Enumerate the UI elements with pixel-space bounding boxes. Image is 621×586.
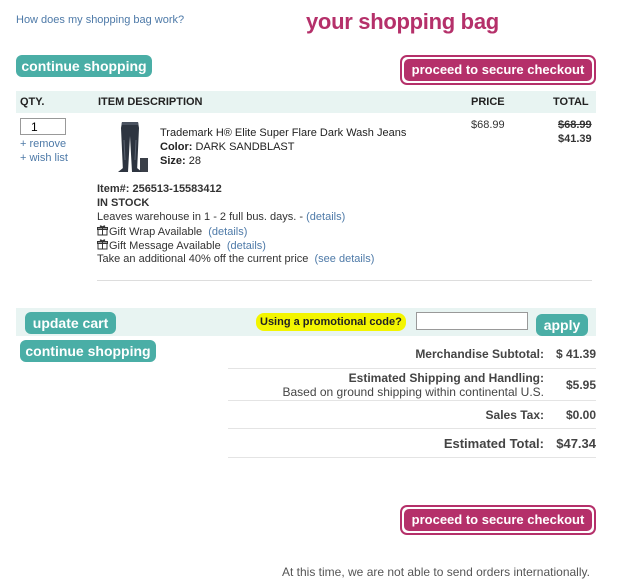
remove-link[interactable]: + remove xyxy=(20,138,66,150)
color-value: DARK SANDBLAST xyxy=(195,141,295,153)
checkout-button[interactable]: proceed to secure checkout xyxy=(400,55,596,85)
size-label: Size: xyxy=(160,155,186,167)
shipping-note: Leaves warehouse in 1 - 2 full bus. days… xyxy=(97,211,345,223)
color-label: Color: xyxy=(160,141,193,153)
header-qty: QTY. xyxy=(20,96,45,108)
header-description: ITEM DESCRIPTION xyxy=(98,96,203,108)
header-total: TOTAL xyxy=(553,96,589,108)
checkout-button-label: proceed to secure checkout xyxy=(404,59,592,81)
international-shipping-note: At this time, we are not able to send or… xyxy=(282,565,590,579)
shipping-note-text: Leaves warehouse in 1 - 2 full bus. days… xyxy=(97,211,307,223)
gift-icon xyxy=(97,225,108,236)
total-row: Estimated Total: $47.34 xyxy=(228,428,596,458)
subtotal-value: $ 41.39 xyxy=(555,347,596,361)
shipping-row: Estimated Shipping and Handling: Based o… xyxy=(228,368,596,402)
tax-value: $0.00 xyxy=(565,408,596,422)
tax-label: Sales Tax: xyxy=(485,408,544,422)
gift-wrap-line: Gift Wrap Available (details) xyxy=(97,225,247,238)
apply-button[interactable]: apply xyxy=(536,314,588,336)
promo-see-details-link[interactable]: (see details) xyxy=(315,253,375,265)
gift-message-text: Gift Message Available xyxy=(109,240,221,252)
promo-code-label: Using a promotional code? xyxy=(256,313,406,331)
product-title[interactable]: Trademark H® Elite Super Flare Dark Wash… xyxy=(160,127,406,139)
product-thumbnail[interactable] xyxy=(110,120,150,174)
quantity-input[interactable] xyxy=(20,118,66,135)
shipping-details-link[interactable]: (details) xyxy=(306,211,345,223)
total-label: Estimated Total: xyxy=(443,436,544,451)
cart-table-header: QTY. ITEM DESCRIPTION PRICE TOTAL xyxy=(16,91,596,113)
tax-row: Sales Tax: $0.00 xyxy=(228,400,596,428)
header-price: PRICE xyxy=(471,96,505,108)
continue-shopping-button[interactable]: continue shopping xyxy=(16,55,152,77)
product-size: Size: 28 xyxy=(160,155,201,167)
gift-wrap-details-link[interactable]: (details) xyxy=(208,226,247,238)
shipping-value: $5.95 xyxy=(565,378,596,392)
promo-note-text: Take an additional 40% off the current p… xyxy=(97,253,309,265)
shipping-label: Estimated Shipping and Handling: xyxy=(348,371,544,385)
promo-note-line: Take an additional 40% off the current p… xyxy=(97,253,374,265)
help-link[interactable]: How does my shopping bag work? xyxy=(16,14,184,26)
stock-status: IN STOCK xyxy=(97,197,150,209)
checkout-button-bottom-label: proceed to secure checkout xyxy=(404,509,592,531)
size-value: 28 xyxy=(188,155,201,167)
item-number: Item#: 256513-15583412 xyxy=(97,183,222,195)
gift-icon xyxy=(97,239,108,250)
gift-wrap-text: Gift Wrap Available xyxy=(109,226,203,238)
shipping-sub: Based on ground shipping within continen… xyxy=(282,385,544,399)
divider xyxy=(97,280,592,281)
gift-message-line: Gift Message Available (details) xyxy=(97,239,266,252)
total-value: $47.34 xyxy=(556,436,596,451)
continue-shopping-button-bottom[interactable]: continue shopping xyxy=(20,340,156,362)
update-cart-button[interactable]: update cart xyxy=(25,312,116,334)
subtotal-label: Merchandise Subtotal: xyxy=(415,347,544,361)
item-price: $68.99 xyxy=(471,119,505,131)
checkout-button-bottom[interactable]: proceed to secure checkout xyxy=(400,505,596,535)
product-color: Color: DARK SANDBLAST xyxy=(160,141,294,153)
subtotal-row: Merchandise Subtotal: $ 41.39 xyxy=(228,340,596,368)
wishlist-link[interactable]: + wish list xyxy=(20,152,68,164)
item-total-original: $68.99 xyxy=(558,119,592,131)
gift-message-details-link[interactable]: (details) xyxy=(227,240,266,252)
item-total-discounted: $41.39 xyxy=(558,133,592,145)
page-title: your shopping bag xyxy=(306,9,499,34)
promo-code-input[interactable] xyxy=(416,312,528,330)
